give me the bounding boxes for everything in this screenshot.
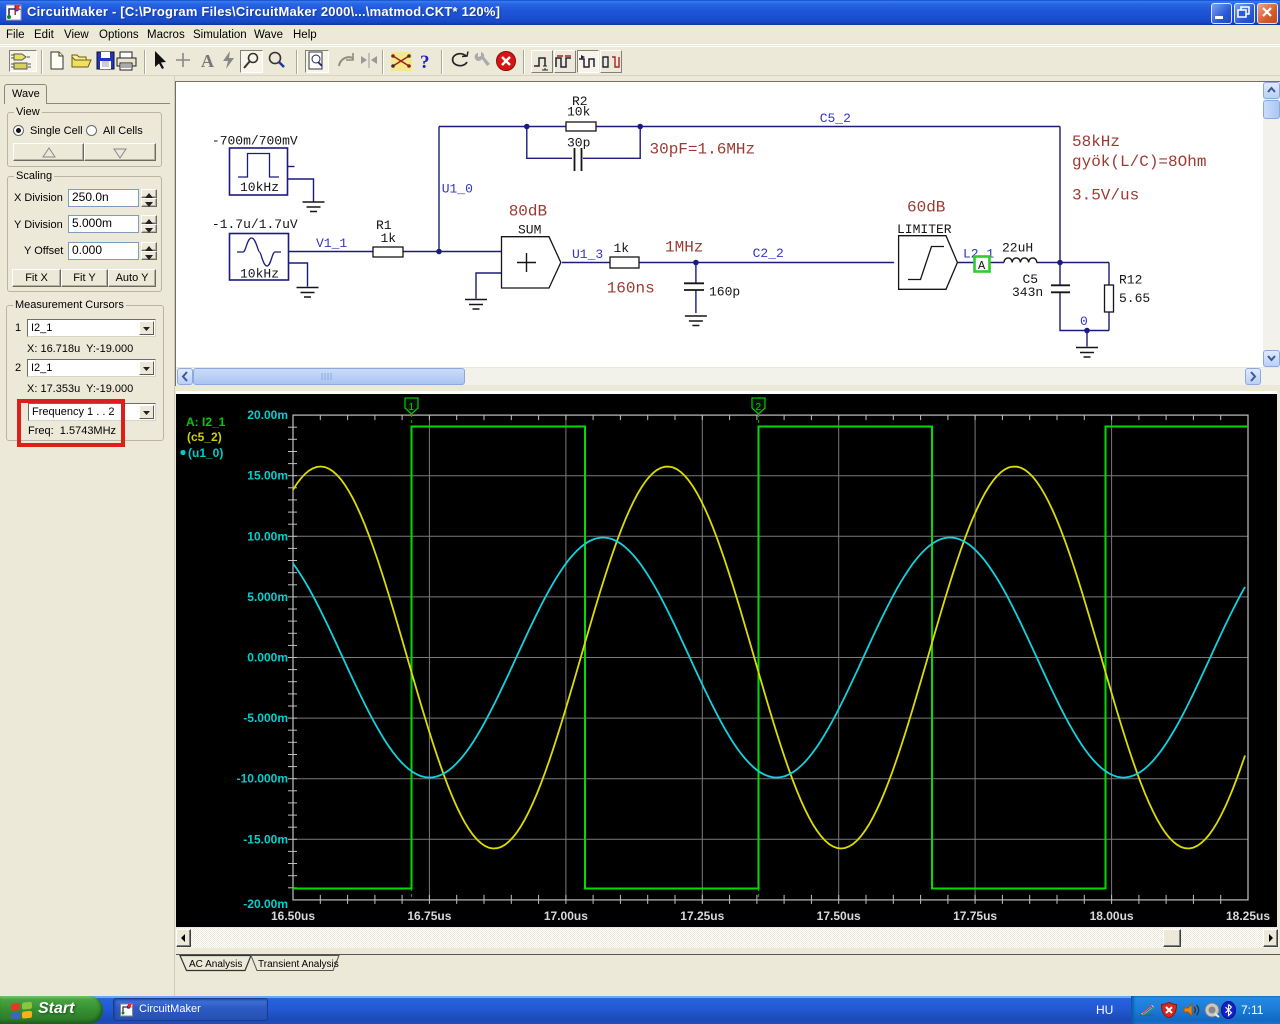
svg-text:(c5_2): (c5_2) (187, 430, 222, 444)
svg-text:U1_3: U1_3 (572, 247, 603, 262)
svg-text:22uH: 22uH (1002, 241, 1033, 256)
svg-text:10.00m: 10.00m (247, 529, 288, 543)
svg-text:1MHz: 1MHz (665, 239, 703, 257)
svg-text:U1_0: U1_0 (442, 182, 473, 197)
svg-text:1: 1 (409, 402, 415, 413)
svg-text:R12: R12 (1119, 273, 1142, 288)
svg-text:-1.7u/1.7uV: -1.7u/1.7uV (212, 217, 298, 232)
svg-text:17.75us: 17.75us (953, 909, 997, 923)
svg-text:AC Analysis: AC Analysis (189, 959, 242, 970)
svg-text:-5.000m: -5.000m (243, 711, 288, 725)
svg-text:1k: 1k (381, 231, 397, 246)
svg-text:-15.00m: -15.00m (243, 832, 288, 846)
svg-text:10k: 10k (567, 105, 591, 120)
svg-text:16.75us: 16.75us (407, 909, 451, 923)
svg-text:SUM: SUM (518, 223, 541, 238)
svg-text:0: 0 (1080, 314, 1088, 329)
svg-text:-10.000m: -10.000m (237, 772, 288, 786)
svg-text:?: ? (420, 52, 430, 73)
svg-text:30p: 30p (567, 136, 590, 151)
svg-text:10kHz: 10kHz (240, 267, 279, 282)
svg-text:16.50us: 16.50us (271, 909, 315, 923)
svg-text:17.00us: 17.00us (544, 909, 588, 923)
svg-text:5.000m: 5.000m (247, 590, 288, 604)
svg-text:0.000m: 0.000m (247, 651, 288, 665)
svg-text:160p: 160p (709, 285, 740, 300)
svg-text:343n: 343n (1012, 285, 1043, 300)
svg-text:20.00m: 20.00m (247, 408, 288, 422)
svg-text:A: A (978, 259, 986, 273)
svg-text:17.50us: 17.50us (817, 909, 861, 923)
svg-text:V1_1: V1_1 (316, 236, 347, 251)
svg-text:18.00us: 18.00us (1090, 909, 1134, 923)
svg-text:160ns: 160ns (607, 280, 655, 298)
svg-text:C5_2: C5_2 (820, 111, 851, 126)
svg-text:1k: 1k (614, 241, 630, 256)
svg-text:(u1_0): (u1_0) (188, 446, 223, 460)
svg-text:18.25us: 18.25us (1226, 909, 1270, 923)
svg-text:5.65: 5.65 (1119, 291, 1150, 306)
svg-text:30pF=1.6MHz: 30pF=1.6MHz (650, 141, 756, 159)
svg-text:10kHz: 10kHz (240, 180, 279, 195)
svg-text:A: A (201, 51, 214, 71)
svg-text:80dB: 80dB (509, 203, 547, 221)
svg-text:15.00m: 15.00m (247, 469, 288, 483)
svg-text:LIMITER: LIMITER (897, 222, 952, 237)
svg-text:60dB: 60dB (907, 199, 945, 217)
svg-text:17.25us: 17.25us (680, 909, 724, 923)
svg-text:3.5V/us: 3.5V/us (1072, 187, 1139, 205)
svg-text:C2_2: C2_2 (753, 246, 784, 261)
svg-text:Transient Analysis: Transient Analysis (258, 959, 339, 970)
svg-text:gyök(L/C)=8Ohm: gyök(L/C)=8Ohm (1072, 153, 1206, 171)
svg-text:2: 2 (756, 402, 762, 413)
svg-text:-700m/700mV: -700m/700mV (212, 134, 298, 149)
svg-text:A: I2_1: A: I2_1 (186, 415, 226, 429)
svg-text:58kHz: 58kHz (1072, 133, 1120, 151)
